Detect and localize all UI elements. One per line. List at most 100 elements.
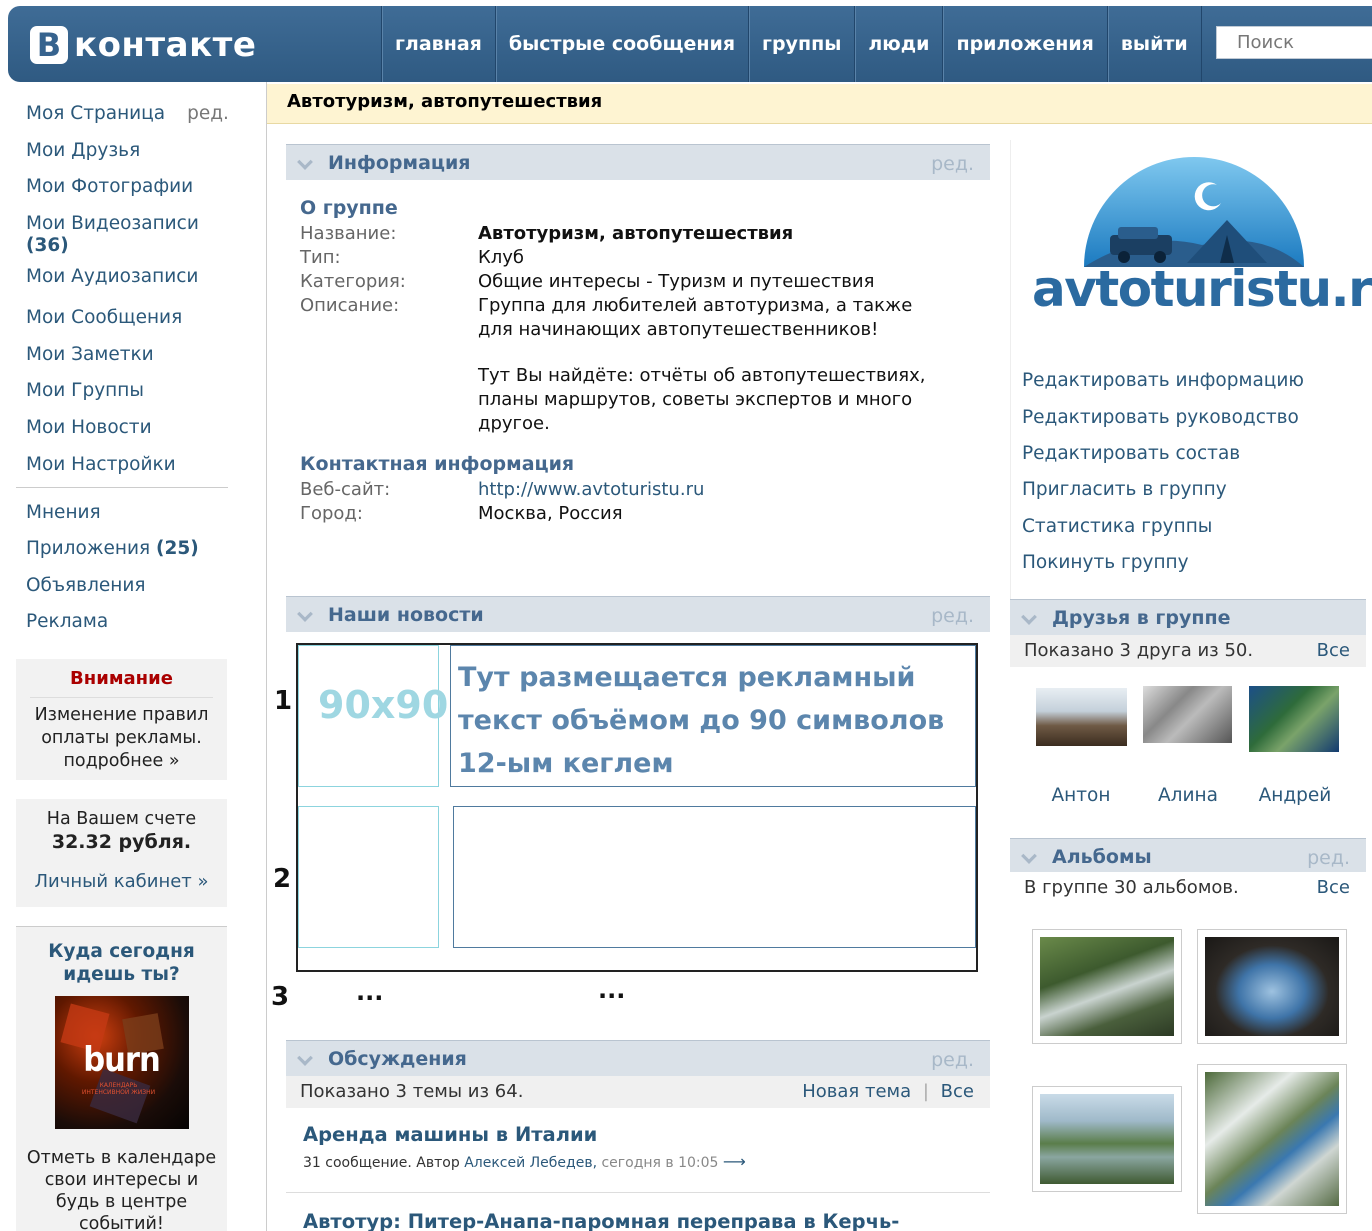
info-row-city: Город: Москва, Россия bbox=[300, 502, 980, 526]
vk-logo[interactable]: В контакте bbox=[30, 23, 256, 67]
menu-ads[interactable]: Объявления bbox=[16, 569, 228, 606]
logo-b-icon: В bbox=[30, 26, 68, 64]
category-value: Общие интересы - Туризм и путешествия bbox=[478, 271, 875, 292]
album-image-1 bbox=[1040, 937, 1174, 1036]
account-cabinet-link[interactable]: Личный кабинет » bbox=[22, 871, 221, 892]
friends-subbar: Показано 3 друга из 50. Все bbox=[1010, 635, 1366, 667]
menu-edit-link[interactable]: ред. bbox=[187, 103, 229, 124]
menu-news[interactable]: Мои Новости bbox=[16, 406, 228, 443]
burn-subtitle: КАЛЕНДАРЬ ИНТЕНСИВНОЙ ЖИЗНИ bbox=[81, 1082, 156, 1096]
nav-groups[interactable]: группы bbox=[748, 6, 854, 82]
edit-management-link[interactable]: Редактировать руководство bbox=[1022, 407, 1299, 428]
notice-more-link[interactable]: подробнее » bbox=[22, 750, 221, 773]
discussion-title-2[interactable]: Автотур: Питер-Анапа-паромная переправа … bbox=[303, 1207, 899, 1231]
collapse-arrow-icon[interactable] bbox=[1022, 610, 1038, 624]
menu-apps[interactable]: Приложения (25) bbox=[16, 532, 228, 569]
invite-link[interactable]: Пригласить в группу bbox=[1022, 479, 1227, 500]
nav-logout[interactable]: выйти bbox=[1106, 6, 1202, 82]
account-label: На Вашем счете bbox=[46, 809, 197, 829]
account-sum: 32.32 рубля. bbox=[51, 831, 192, 853]
friend-photo-alina[interactable] bbox=[1143, 686, 1232, 743]
info-body: О группе Название: Автотуризм, автопутеше… bbox=[300, 194, 980, 526]
menu-settings[interactable]: Мои Настройки bbox=[16, 443, 228, 480]
menu-videos-count: (36) bbox=[26, 235, 69, 257]
city-value: Москва, Россия bbox=[478, 503, 623, 524]
discussions-shown-count: Показано 3 темы из 64. bbox=[300, 1081, 524, 1102]
discussions-edit-link[interactable]: ред. bbox=[931, 1041, 974, 1079]
left-menu: Моя Страница ред. Мои Друзья Мои Фотограф… bbox=[16, 92, 229, 642]
edit-info-link[interactable]: Редактировать информацию bbox=[1022, 370, 1304, 391]
info-row-description: Описание: Группа для любителей автотуриз… bbox=[300, 294, 980, 436]
discussions-actions: Новая тема | Все bbox=[802, 1076, 974, 1108]
statistics-link[interactable]: Статистика группы bbox=[1022, 516, 1212, 537]
promo-title[interactable]: Куда сегодня идешь ты? bbox=[22, 940, 221, 986]
menu-photos[interactable]: Мои Фотографии bbox=[16, 165, 228, 202]
album-thumb-3[interactable] bbox=[1032, 1086, 1182, 1192]
collapse-arrow-icon[interactable] bbox=[298, 607, 314, 621]
info-edit-link[interactable]: ред. bbox=[931, 145, 974, 183]
albums-all-link[interactable]: Все bbox=[1317, 872, 1350, 904]
contact-heading: Контактная информация bbox=[300, 453, 575, 475]
friend-name-andrey[interactable]: Андрей bbox=[1244, 785, 1346, 806]
nav-home[interactable]: главная bbox=[381, 6, 495, 82]
friend-name-alina[interactable]: Алина bbox=[1137, 785, 1239, 806]
group-logo-image[interactable]: avtoturistu.ru bbox=[1022, 135, 1372, 340]
burn-promo-image[interactable]: burn КАЛЕНДАРЬ ИНТЕНСИВНОЙ ЖИЗНИ bbox=[54, 996, 189, 1129]
news-number-2: 2 bbox=[273, 864, 292, 894]
friend-photo-anton[interactable] bbox=[1036, 688, 1127, 746]
discussions-all-link[interactable]: Все bbox=[941, 1081, 974, 1102]
menu-divider bbox=[16, 486, 228, 488]
info-row-website: Веб-сайт: http://www.avtoturistu.ru bbox=[300, 478, 980, 502]
news-image-box-2 bbox=[298, 806, 439, 948]
news-edit-link[interactable]: ред. bbox=[931, 597, 974, 635]
info-row-name: Название: Автотуризм, автопутешествия bbox=[300, 222, 980, 246]
discussion-title-1[interactable]: Аренда машины в Италии bbox=[303, 1120, 983, 1150]
collapse-arrow-icon[interactable] bbox=[298, 1051, 314, 1065]
menu-notes[interactable]: Мои Заметки bbox=[16, 333, 228, 370]
news-section-title: Наши новости bbox=[328, 604, 484, 626]
search-input[interactable]: Поиск bbox=[1216, 26, 1372, 59]
album-thumb-2[interactable] bbox=[1197, 929, 1347, 1044]
nav-quick-messages[interactable]: быстрые сообщения bbox=[494, 6, 748, 82]
menu-groups[interactable]: Мои Группы bbox=[16, 369, 228, 406]
arrow-right-icon[interactable]: ⟶ bbox=[723, 1152, 746, 1171]
discussion-count: 31 сообщение. Автор bbox=[303, 1155, 460, 1171]
info-row-type: Тип: Клуб bbox=[300, 246, 980, 270]
category-label: Категория: bbox=[300, 271, 406, 292]
menu-apps-count: (25) bbox=[156, 538, 199, 559]
friends-shown-count: Показано 3 друга из 50. bbox=[1024, 640, 1254, 661]
album-thumb-1[interactable] bbox=[1032, 929, 1182, 1044]
name-value: Автотуризм, автопутешествия bbox=[478, 223, 794, 244]
friend-name-anton[interactable]: Антон bbox=[1030, 785, 1132, 806]
menu-messages[interactable]: Мои Сообщения bbox=[16, 296, 228, 333]
friend-photo-andrey[interactable] bbox=[1249, 686, 1339, 752]
menu-opinions[interactable]: Мнения bbox=[16, 496, 228, 533]
content-border bbox=[266, 82, 267, 1231]
leave-group-link[interactable]: Покинуть группу bbox=[1022, 552, 1189, 573]
friends-section-title: Друзья в группе bbox=[1052, 607, 1231, 629]
menu-audio[interactable]: Мои Аудиозаписи bbox=[16, 260, 228, 296]
discussion-item: Аренда машины в Италии 31 сообщение. Авт… bbox=[303, 1120, 983, 1171]
actions-separator: | bbox=[922, 1081, 929, 1102]
collapse-arrow-icon[interactable] bbox=[298, 155, 314, 169]
website-link[interactable]: http://www.avtoturistu.ru bbox=[478, 478, 704, 502]
album-thumb-4[interactable] bbox=[1197, 1064, 1347, 1214]
collapse-arrow-icon[interactable] bbox=[1022, 849, 1038, 863]
nav-apps[interactable]: приложения bbox=[942, 6, 1106, 82]
menu-friends[interactable]: Мои Друзья bbox=[16, 129, 228, 166]
discussions-subbar: Показано 3 темы из 64. Новая тема | Все bbox=[286, 1076, 990, 1108]
discussion-author-link[interactable]: Алексей Лебедев, bbox=[464, 1155, 597, 1171]
notice-title: Внимание bbox=[30, 667, 213, 698]
menu-videos-label: Мои Видеозаписи bbox=[26, 213, 199, 235]
discussion-divider bbox=[286, 1192, 990, 1193]
menu-videos[interactable]: Мои Видеозаписи (36) bbox=[16, 202, 228, 260]
menu-advert[interactable]: Реклама bbox=[16, 605, 228, 642]
albums-section-header: Альбомы ред. bbox=[1010, 838, 1366, 874]
burn-word: burn bbox=[83, 1040, 161, 1080]
menu-my-page[interactable]: Моя Страница ред. bbox=[16, 92, 229, 129]
edit-members-link[interactable]: Редактировать состав bbox=[1022, 443, 1240, 464]
friends-all-link[interactable]: Все bbox=[1317, 635, 1350, 667]
new-topic-link[interactable]: Новая тема bbox=[802, 1081, 911, 1102]
ad-text-placeholder: Тут размещается рекламный текст объёмом … bbox=[458, 662, 945, 779]
nav-people[interactable]: люди bbox=[854, 6, 942, 82]
